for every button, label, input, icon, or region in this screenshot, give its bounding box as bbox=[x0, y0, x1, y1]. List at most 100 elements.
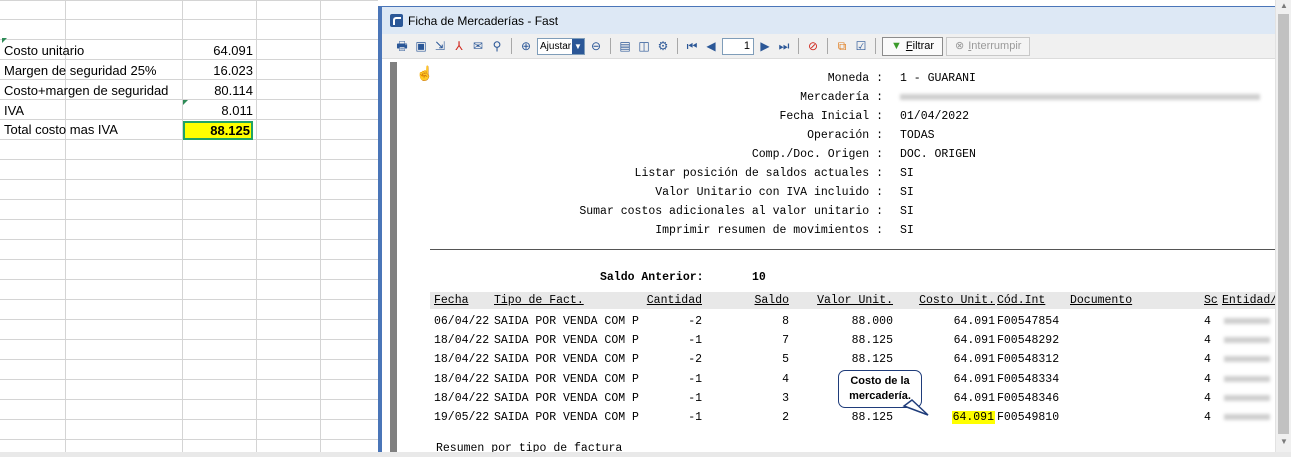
cell-value-selected[interactable]: 88.125 bbox=[183, 121, 253, 140]
cell-cantidad: -1 bbox=[688, 372, 702, 386]
param-value: SI bbox=[900, 205, 914, 218]
page-number-input[interactable]: 1 bbox=[722, 37, 754, 55]
cell-cod-int: F00548292 bbox=[997, 334, 1060, 348]
cell-entidad bbox=[1224, 312, 1270, 331]
cell-costo-unit: 64.091 bbox=[953, 334, 995, 348]
first-page-icon[interactable]: ⏮ bbox=[684, 38, 700, 54]
cell-costo-unit: 64.091 bbox=[907, 408, 995, 427]
find-icon[interactable]: ⚲ bbox=[489, 38, 505, 54]
cell-cod-int: F00548334 bbox=[997, 372, 1060, 386]
next-page-icon[interactable]: ▶ bbox=[757, 38, 773, 54]
window-title: Ficha de Mercaderías - Fast bbox=[408, 13, 559, 28]
callout-line: mercadería. bbox=[849, 390, 911, 402]
grid-line bbox=[0, 199, 378, 200]
cell-value[interactable]: 16.023 bbox=[183, 62, 253, 80]
cell-label[interactable]: IVA bbox=[4, 102, 24, 120]
save-icon[interactable]: ▣ bbox=[413, 38, 429, 54]
layout-icon[interactable]: ◫ bbox=[636, 38, 652, 54]
grid-line bbox=[0, 159, 378, 160]
report-preview[interactable]: ☝ Moneda : 1 - GUARANI Mercadería : Fecha I… bbox=[382, 62, 1275, 457]
options-icon[interactable]: ☑ bbox=[853, 38, 869, 54]
export-icon[interactable]: ⇲ bbox=[432, 38, 448, 54]
param-value bbox=[900, 90, 1260, 106]
param-label: Moneda : bbox=[827, 72, 883, 85]
last-page-icon[interactable]: ⏭ bbox=[776, 38, 792, 54]
cell-sc: 4 bbox=[1204, 334, 1211, 348]
stop-icon[interactable]: ⊘ bbox=[805, 38, 821, 54]
filtrar-hotkey: F bbox=[905, 39, 913, 52]
col-cantidad: Cantidad bbox=[646, 294, 702, 307]
param-value: 01/04/2022 bbox=[900, 110, 970, 123]
copy-icon[interactable]: ⧉ bbox=[834, 38, 850, 54]
grid-line bbox=[0, 39, 378, 40]
toolbar-separator bbox=[798, 38, 799, 54]
report-divider bbox=[430, 249, 1275, 250]
page-setup-icon[interactable]: ▤ bbox=[617, 38, 633, 54]
interrumpir-button[interactable]: ⊗ Interrumpir bbox=[946, 36, 1031, 56]
cell-cod-int: F00547854 bbox=[997, 315, 1060, 328]
scroll-thumb[interactable] bbox=[1278, 14, 1289, 434]
prev-page-icon[interactable]: ◀ bbox=[703, 38, 719, 54]
cell-cantidad: -1 bbox=[688, 391, 702, 405]
param-label: Fecha Inicial : bbox=[779, 110, 883, 123]
interrumpir-label: nterrumpir bbox=[971, 39, 1022, 52]
email-icon[interactable]: ✉ bbox=[470, 38, 486, 54]
grid-line bbox=[0, 339, 378, 340]
toolbar-separator bbox=[827, 38, 828, 54]
cell-fecha: 18/04/22 bbox=[434, 353, 490, 367]
param-value: DOC. ORIGEN bbox=[900, 148, 976, 161]
scroll-down-icon[interactable]: ▼ bbox=[1276, 436, 1291, 448]
spreadsheet: Costo unitario 64.091 Margen de segurida… bbox=[0, 0, 380, 457]
col-fecha: Fecha bbox=[434, 294, 469, 307]
print-icon[interactable]: 🖶 bbox=[394, 38, 410, 54]
pdf-icon[interactable]: ⅄ bbox=[451, 38, 467, 54]
filter-icon: ▼ bbox=[891, 39, 902, 52]
vertical-scrollbar[interactable]: ▲ ▼ bbox=[1275, 0, 1291, 457]
status-strip bbox=[0, 452, 1291, 457]
cell-cod-int: F00549810 bbox=[997, 411, 1060, 424]
param-label: Valor Unitario con IVA incluido : bbox=[655, 186, 883, 199]
param-label: Mercadería : bbox=[800, 91, 883, 104]
app-icon bbox=[390, 14, 403, 27]
cell-fecha: 18/04/22 bbox=[434, 391, 490, 405]
grid-line bbox=[0, 219, 378, 220]
col-cod-int: Cód.Int bbox=[997, 294, 1046, 307]
cell-sc: 4 bbox=[1204, 372, 1211, 386]
cell-value[interactable]: 8.011 bbox=[183, 102, 253, 120]
cell-label[interactable]: Margen de seguridad 25% bbox=[4, 62, 157, 80]
redacted-text bbox=[1224, 375, 1270, 382]
grid-line bbox=[320, 0, 321, 452]
param-label: Listar posición de saldos actuales : bbox=[634, 167, 883, 180]
grid-line bbox=[0, 259, 378, 260]
col-saldo: Saldo bbox=[754, 294, 789, 307]
grid-line bbox=[0, 379, 378, 380]
filtrar-button[interactable]: ▼ Filtrar bbox=[882, 36, 944, 56]
scroll-up-icon[interactable]: ▲ bbox=[1276, 0, 1291, 12]
cell-value[interactable]: 64.091 bbox=[183, 42, 253, 60]
redacted-text bbox=[1224, 394, 1270, 401]
cell-saldo: 3 bbox=[782, 391, 789, 405]
cell-label[interactable]: Total costo mas IVA bbox=[4, 121, 118, 139]
cell-sc: 4 bbox=[1204, 353, 1211, 367]
zoom-select[interactable]: Ajustar a ▼ bbox=[537, 37, 585, 55]
title-bar[interactable]: Ficha de Mercaderías - Fast bbox=[382, 7, 1275, 34]
toolbar-separator bbox=[875, 38, 876, 54]
cell-value[interactable]: 80.114 bbox=[183, 82, 253, 100]
cell-saldo: 5 bbox=[782, 353, 789, 367]
settings-icon[interactable]: ⚙ bbox=[655, 38, 671, 54]
redacted-text bbox=[900, 93, 1260, 100]
grid-line bbox=[0, 299, 378, 300]
cell-cantidad: -1 bbox=[688, 411, 702, 424]
param-value: TODAS bbox=[900, 129, 935, 142]
param-value: 1 - GUARANI bbox=[900, 72, 976, 85]
grid-line bbox=[0, 399, 378, 400]
report-window: Ficha de Mercaderías - Fast 🖶 ▣ ⇲ ⅄ ✉ ⚲ … bbox=[378, 6, 1275, 457]
chevron-down-icon[interactable]: ▼ bbox=[572, 38, 584, 54]
zoom-out-icon[interactable]: ⊖ bbox=[588, 38, 604, 54]
param-label: Comp./Doc. Origen : bbox=[751, 148, 883, 161]
cell-fecha: 18/04/22 bbox=[434, 334, 490, 348]
zoom-in-icon[interactable]: ⊕ bbox=[518, 38, 534, 54]
cell-label[interactable]: Costo+margen de seguridad bbox=[4, 82, 168, 100]
saldo-anterior-label: Saldo Anterior: bbox=[600, 271, 704, 284]
cell-label[interactable]: Costo unitario bbox=[4, 42, 84, 60]
